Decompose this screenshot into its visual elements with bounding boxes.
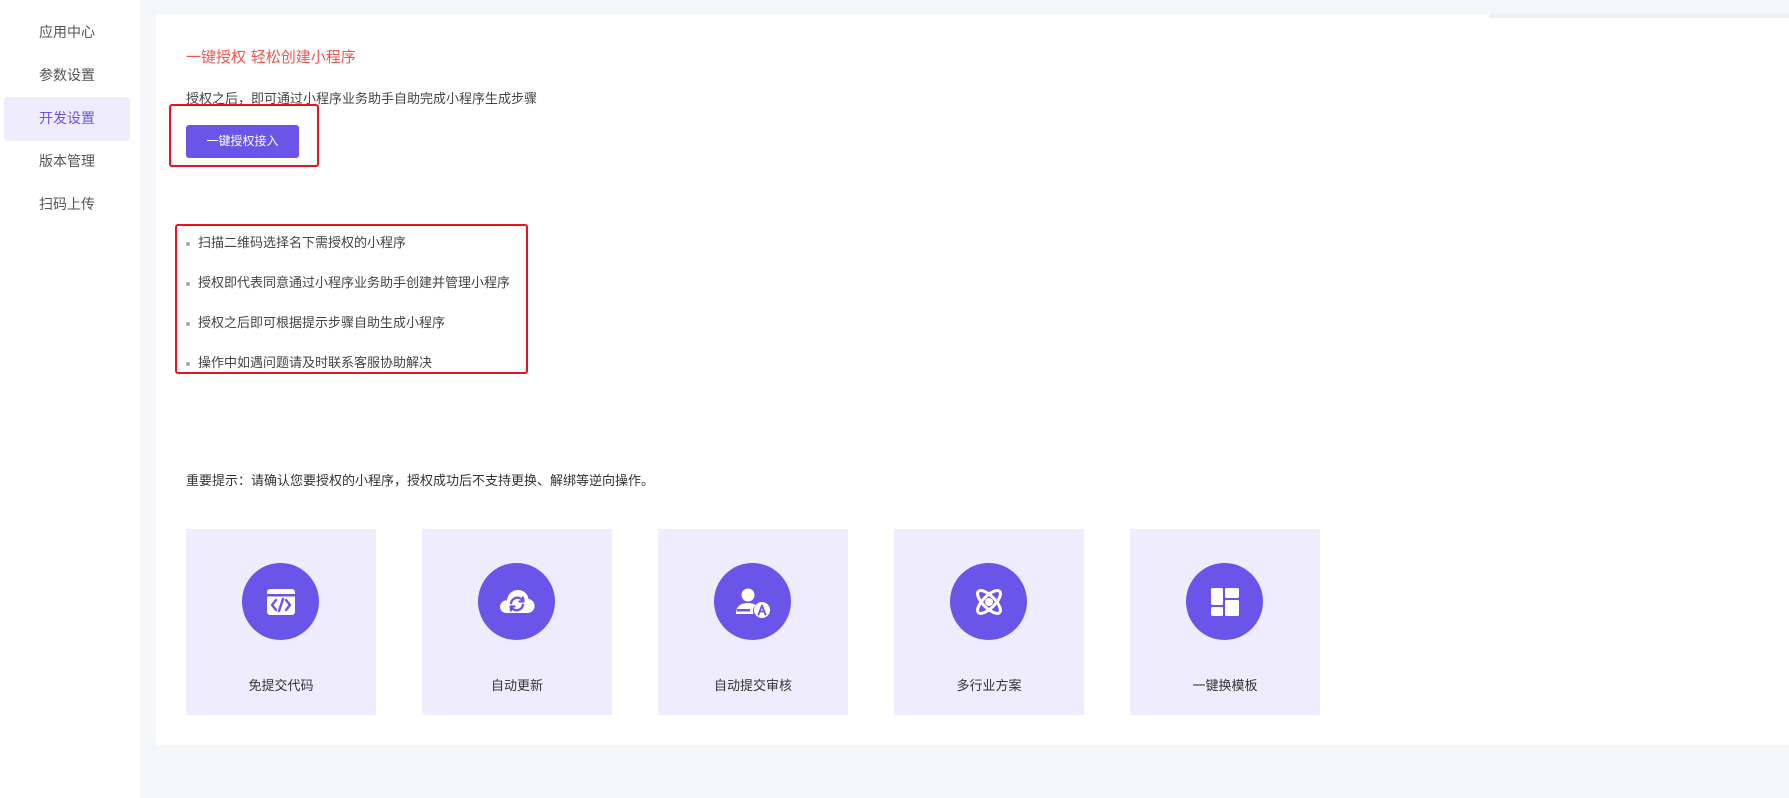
list-item-text: 操作中如遇问题请及时联系客服协助解决 [198, 356, 433, 371]
feature-card-one-click-template: 一键换模板 [1130, 529, 1320, 715]
one-click-auth-button[interactable]: 一键授权接入 [186, 125, 299, 158]
steps-list: 扫描二维码选择名下需授权的小程序 授权即代表同意通过小程序业务助手创建并管理小程… [186, 236, 510, 396]
template-layout-icon [1186, 563, 1263, 640]
feature-label: 一键换模板 [1192, 679, 1258, 694]
bullet-dot [186, 362, 190, 366]
list-item: 操作中如遇问题请及时联系客服协助解决 [186, 356, 510, 396]
sidebar-item-label: 版本管理 [39, 154, 95, 170]
sidebar-item-scan-upload[interactable]: 扫码上传 [4, 183, 130, 227]
sidebar-item-label: 应用中心 [39, 25, 95, 41]
list-item: 扫描二维码选择名下需授权的小程序 [186, 236, 510, 276]
page-headline: 一键授权 轻松创建小程序 [186, 48, 356, 66]
sidebar-item-dev-settings[interactable]: 开发设置 [4, 97, 130, 141]
atom-icon [950, 563, 1027, 640]
sidebar-item-label: 参数设置 [39, 68, 95, 84]
list-item: 授权之后即可根据提示步骤自助生成小程序 [186, 316, 510, 356]
main-panel: 一键授权 轻松创建小程序 授权之后，即可通过小程序业务助手自助完成小程序生成步骤… [156, 14, 1789, 745]
feature-label: 自动更新 [490, 679, 543, 694]
app-root: 应用中心 参数设置 开发设置 版本管理 扫码上传 一键授权 轻松创建小程序 授权… [0, 0, 1789, 798]
bullet-dot [186, 322, 190, 326]
feature-label: 免提交代码 [248, 679, 314, 694]
list-item-text: 扫描二维码选择名下需授权的小程序 [198, 236, 407, 251]
feature-label: 多行业方案 [956, 679, 1022, 694]
important-notice: 重要提示：请确认您要授权的小程序，授权成功后不支持更换、解绑等逆向操作。 [186, 474, 655, 489]
list-item-text: 授权即代表同意通过小程序业务助手创建并管理小程序 [198, 276, 511, 291]
feature-card-multi-industry: 多行业方案 [894, 529, 1084, 715]
sidebar-item-label: 开发设置 [39, 111, 95, 127]
cloud-sync-icon [478, 563, 555, 640]
sidebar-item-label: 扫码上传 [39, 197, 95, 213]
code-window-icon [242, 563, 319, 640]
feature-card-auto-update: 自动更新 [422, 529, 612, 715]
bullet-dot [186, 242, 190, 246]
list-item-text: 授权之后即可根据提示步骤自助生成小程序 [198, 316, 446, 331]
feature-label: 自动提交审核 [713, 679, 792, 694]
top-divider [1489, 14, 1789, 18]
sidebar: 应用中心 参数设置 开发设置 版本管理 扫码上传 [0, 0, 140, 798]
user-audit-icon [714, 563, 791, 640]
feature-card-no-code-submit: 免提交代码 [186, 529, 376, 715]
sidebar-item-version-management[interactable]: 版本管理 [4, 140, 130, 184]
bullet-dot [186, 282, 190, 286]
sidebar-item-app-center[interactable]: 应用中心 [4, 11, 130, 55]
sidebar-item-parameter-settings[interactable]: 参数设置 [4, 54, 130, 98]
feature-card-auto-submit-review: 自动提交审核 [658, 529, 848, 715]
list-item: 授权即代表同意通过小程序业务助手创建并管理小程序 [186, 276, 510, 316]
